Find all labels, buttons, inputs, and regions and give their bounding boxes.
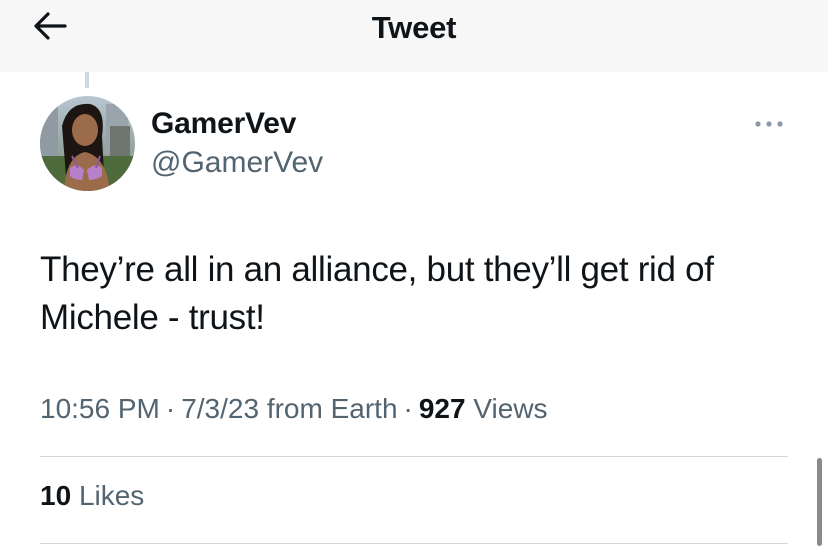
likes-label: Likes — [78, 480, 145, 511]
author-display-name[interactable]: GamerVev — [151, 107, 296, 141]
divider — [40, 543, 788, 544]
likes-count: 10 — [40, 480, 72, 511]
views-count: 927 — [418, 393, 466, 424]
separator-dot: · — [403, 393, 413, 424]
divider — [40, 456, 788, 457]
tweet-text-line: Michele - trust! — [40, 298, 265, 337]
tweet-text-line: They’re all in an alliance, but they’ll … — [40, 250, 714, 289]
tweet-date[interactable]: 7/3/23 — [181, 393, 259, 424]
top-bar: Tweet — [0, 0, 828, 72]
scrollbar[interactable] — [817, 458, 822, 546]
profile-photo — [40, 96, 135, 191]
more-options-button[interactable] — [752, 114, 786, 134]
tweet-source: from Earth — [266, 393, 398, 424]
more-horizontal-icon — [754, 115, 784, 133]
likes-link[interactable]: 10 Likes — [40, 480, 144, 512]
separator-dot: · — [165, 393, 176, 424]
tweet-metadata: 10:56 PM · 7/3/23 from Earth · 927 Views — [40, 393, 548, 425]
tweet-text: They’re all in an alliance, but they’ll … — [40, 246, 800, 342]
thread-connector-line — [85, 72, 89, 88]
author-handle[interactable]: @GamerVev — [151, 146, 323, 180]
views-label: Views — [473, 393, 548, 424]
avatar[interactable] — [40, 96, 135, 191]
page-title: Tweet — [371, 10, 457, 45]
tweet-time[interactable]: 10:56 PM — [40, 393, 160, 424]
